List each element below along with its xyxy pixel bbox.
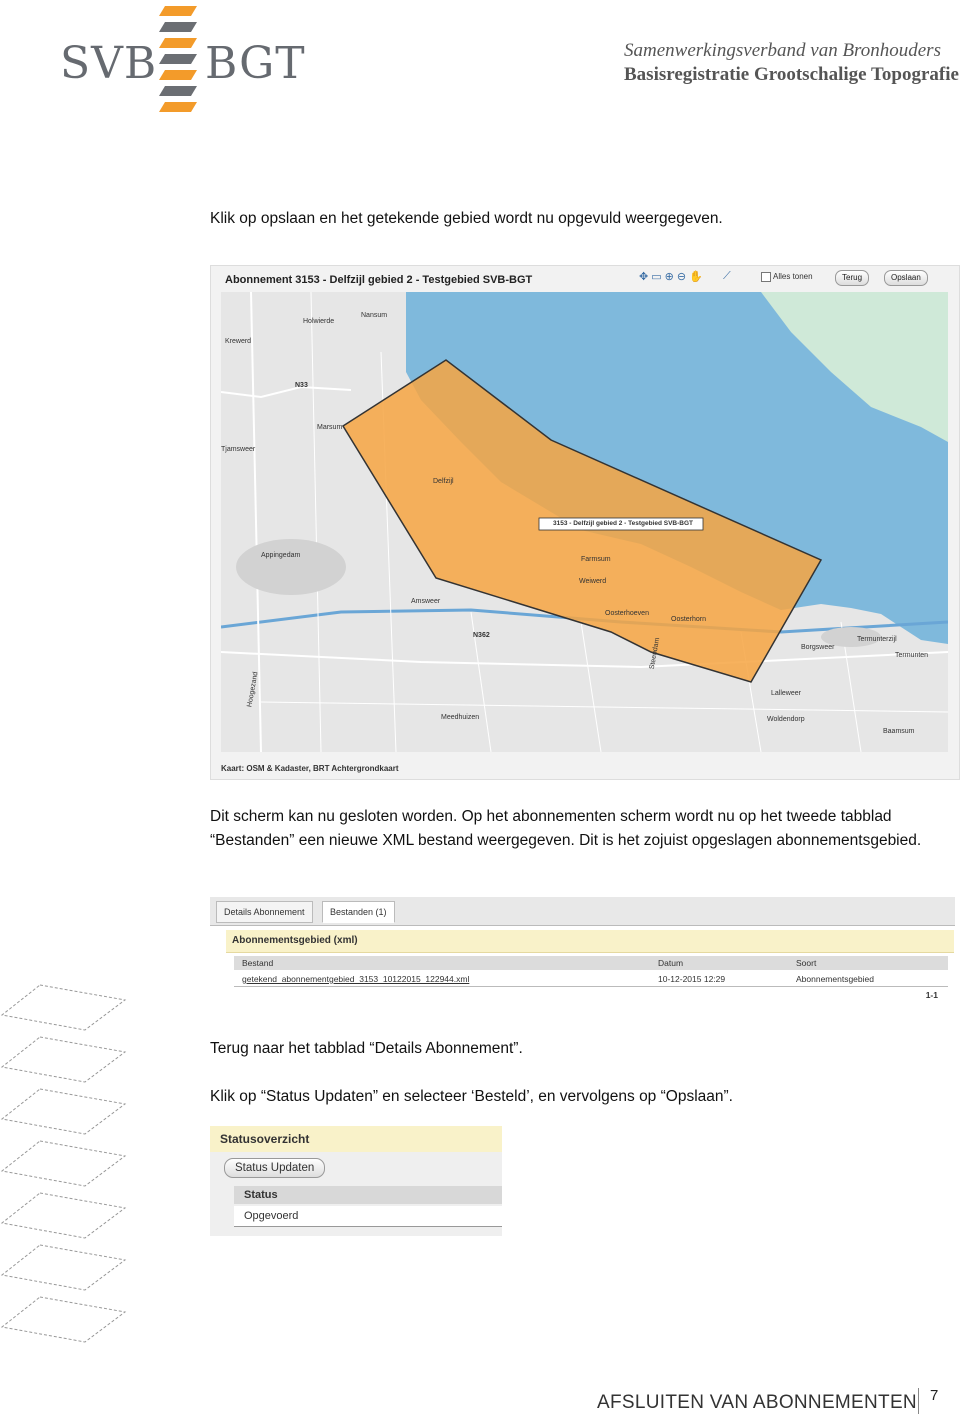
place-label: Marsum: [317, 424, 343, 431]
place-label: Termunten: [895, 652, 929, 659]
logo-stripes-icon: [159, 6, 197, 112]
logo-svb-text: SVB: [60, 38, 158, 89]
grid-header: Bestand Datum Soort: [234, 956, 948, 970]
zoom-out-icon[interactable]: ⊖: [677, 271, 689, 283]
place-label: Krewerd: [225, 338, 252, 345]
place-label: Woldendorp: [767, 716, 805, 723]
file-type: Abonnementsgebied: [796, 974, 874, 984]
road-label: N362: [473, 632, 490, 639]
instruction-text-4: Klik op “Status Updaten” en selecteer ‘B…: [210, 1088, 733, 1105]
place-label: Oosterhorn: [671, 616, 707, 623]
place-label: Baamsum: [883, 728, 915, 735]
status-panel: Statusoverzicht Status Updaten Status Op…: [210, 1126, 502, 1236]
back-button[interactable]: Terug: [835, 270, 870, 286]
status-column-header[interactable]: Status: [234, 1186, 502, 1204]
road-label: N33: [295, 382, 308, 389]
map-credit: Kaart: OSM & Kadaster, BRT Achtergrondka…: [221, 764, 399, 773]
org-name-line1: Samenwerkingsverband van Bronhouders: [624, 40, 941, 61]
place-label: Nansum: [361, 312, 388, 319]
file-date: 10-12-2015 12:29: [658, 974, 726, 984]
footer-section-title: AFSLUITEN VAN ABONNEMENTEN: [597, 1392, 917, 1413]
status-update-button[interactable]: Status Updaten: [224, 1158, 326, 1178]
place-label: Oosterhoeven: [605, 610, 649, 617]
logo-bgt-text: BGT: [205, 38, 306, 89]
org-name-line2: Basisregistratie Grootschalige Topografi…: [624, 64, 959, 85]
tab-bestanden[interactable]: Bestanden (1): [322, 901, 395, 923]
column-header-soort[interactable]: Soort: [796, 956, 816, 970]
zoom-in-icon[interactable]: ⊕: [665, 271, 677, 283]
table-row[interactable]: getekend_abonnementgebied_3153_10122015_…: [234, 972, 948, 987]
status-value[interactable]: Opgevoerd: [234, 1206, 502, 1227]
place-label: Termunterzijl: [857, 636, 897, 643]
decorative-pattern: [0, 984, 127, 1343]
place-label: Lalleweer: [771, 690, 801, 697]
area-label: 3153 - Delfzijl gebied 2 - Testgebied SV…: [552, 520, 694, 527]
place-label: Holwierde: [303, 318, 335, 325]
pan-hand-icon[interactable]: ✋: [689, 271, 706, 283]
files-panel: Abonnementsgebied (xml) Bestand Datum So…: [226, 930, 954, 1008]
instruction-text-1: Klik op opslaan en het getekende gebied …: [210, 210, 723, 227]
place-label: Meedhuizen: [441, 714, 480, 721]
draw-polygon-icon[interactable]: ⟋: [723, 270, 731, 283]
footer-divider: [918, 1388, 919, 1414]
instruction-text-3: Terug naar het tabblad “Details Abonneme…: [210, 1040, 523, 1057]
pager: 1-1: [925, 990, 938, 1000]
map-tools: ✥▭⊕⊖✋: [639, 270, 706, 283]
column-header-bestand[interactable]: Bestand: [242, 956, 273, 970]
instruction-text-2: Dit scherm kan nu gesloten worden. Op he…: [210, 808, 922, 849]
zoom-extent-icon[interactable]: ✥: [639, 271, 651, 283]
place-label: Farmsum: [581, 556, 611, 563]
status-panel-title: Statusoverzicht: [210, 1126, 502, 1152]
map-window: Abonnement 3153 - Delfzijl gebied 2 - Te…: [210, 265, 960, 780]
tab-bar: Details Abonnement Bestanden (1): [210, 897, 955, 926]
place-label: Amsweer: [411, 598, 441, 605]
place-label: Tjamsweer: [221, 446, 256, 453]
file-link[interactable]: getekend_abonnementgebied_3153_10122015_…: [242, 972, 469, 986]
show-all-checkbox[interactable]: [761, 272, 771, 282]
panel-title: Abonnementsgebied (xml): [226, 930, 954, 953]
map-title: Abonnement 3153 - Delfzijl gebied 2 - Te…: [225, 274, 533, 286]
place-label: Weiwerd: [579, 578, 607, 585]
save-button[interactable]: Opslaan: [884, 270, 928, 286]
place-label: Borgsweer: [801, 644, 835, 651]
column-header-datum[interactable]: Datum: [658, 956, 683, 970]
show-all-label: Alles tonen: [773, 272, 813, 281]
zoom-box-icon[interactable]: ▭: [651, 271, 664, 283]
page-number: 7: [930, 1387, 939, 1404]
place-label: Appingedam: [261, 552, 301, 559]
place-label: Delfzijl: [433, 478, 454, 485]
tab-details-abonnement[interactable]: Details Abonnement: [216, 901, 313, 923]
